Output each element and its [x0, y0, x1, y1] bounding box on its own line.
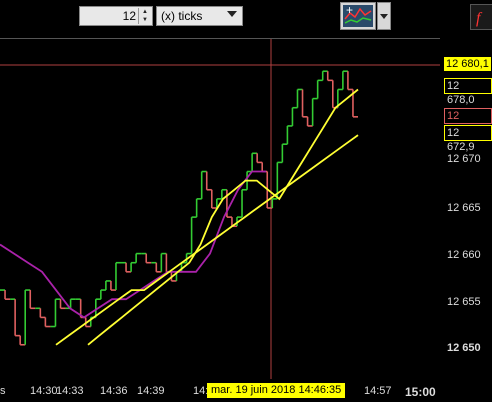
- last-price-tag: 12 674,7: [444, 108, 492, 136]
- toolbar: 12 ▲ ▼ (x) ticks + f: [0, 0, 492, 33]
- time-axis-label: 15:00: [405, 385, 436, 399]
- svg-text:f: f: [476, 10, 483, 27]
- chart-plot-area[interactable]: [0, 38, 440, 379]
- price-axis-label: 12 655: [447, 296, 481, 308]
- svg-text:+: +: [346, 3, 353, 17]
- chevron-down-icon: [227, 11, 237, 17]
- ticks-count-value: 12: [122, 9, 136, 23]
- formula-button[interactable]: f: [470, 4, 492, 30]
- ticks-count-input[interactable]: 12 ▲ ▼: [79, 6, 153, 26]
- crosshair-date-tag: mar. 19 juin 2018 14:46:35: [207, 383, 346, 398]
- time-axis-label: 14:: [193, 385, 209, 397]
- time-axis-label: 14:39: [137, 385, 165, 397]
- ticks-spinner[interactable]: ▲ ▼: [138, 8, 151, 24]
- chart-indicator-icon: +: [343, 3, 373, 27]
- time-axis-label: 14:57: [364, 385, 392, 397]
- indicator-dropdown-button[interactable]: [377, 2, 391, 30]
- moving-average-fast-line: [87, 88, 359, 346]
- ma-price-tag: 12 678,0: [444, 78, 492, 106]
- moving-average-purple-line: [0, 170, 266, 319]
- price-axis-label: 12 650: [447, 342, 481, 354]
- ticks-unit-select[interactable]: (x) ticks: [156, 6, 243, 26]
- indicator-button[interactable]: +: [340, 2, 376, 30]
- ticks-unit-value: (x) ticks: [161, 9, 203, 23]
- price-axis-label: 12 660: [447, 249, 481, 261]
- spin-down-icon[interactable]: ▼: [139, 16, 151, 24]
- spin-up-icon[interactable]: ▲: [139, 8, 151, 16]
- time-axis-label: 14:33: [56, 385, 84, 397]
- price-axis-label: 12 670: [447, 153, 481, 165]
- moving-average-slow-line: [55, 134, 359, 346]
- price-chart[interactable]: [0, 39, 440, 379]
- crosshair-price-tag: 12 680,1: [444, 57, 491, 71]
- time-axis-label: 14:36: [100, 385, 128, 397]
- time-axis-edge-label: s: [0, 385, 6, 397]
- time-axis-label: 14:30: [30, 385, 58, 397]
- price-axis-label: 12 665: [447, 202, 481, 214]
- fx-icon: f: [476, 10, 483, 27]
- ma-slow-price-tag: 12 672,9: [444, 125, 492, 153]
